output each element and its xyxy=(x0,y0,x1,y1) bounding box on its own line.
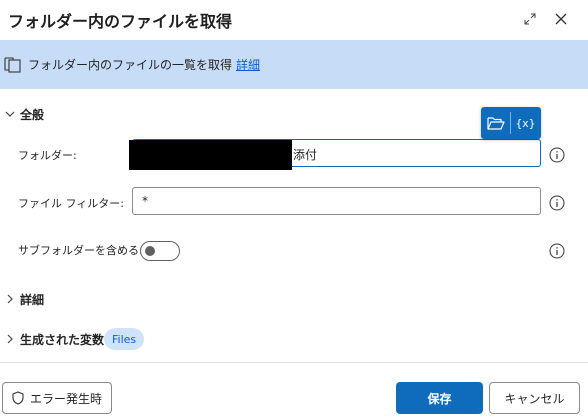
file-filter-input[interactable]: * xyxy=(132,187,541,215)
folder-files-icon xyxy=(4,57,21,73)
folder-open-icon xyxy=(486,117,505,130)
file-filter-value: * xyxy=(142,194,148,208)
footer-divider xyxy=(0,362,588,363)
redacted-area xyxy=(129,140,292,170)
on-error-button[interactable]: エラー発生時 xyxy=(2,382,112,414)
expand-button[interactable] xyxy=(517,6,543,32)
chevron-down-icon xyxy=(2,106,18,122)
section-variables-header[interactable]: 生成された変数 xyxy=(0,329,104,349)
cancel-button[interactable]: キャンセル xyxy=(489,382,580,414)
include-subfolders-toggle[interactable] xyxy=(140,241,180,261)
variable-icon: {x} xyxy=(515,116,536,130)
action-info-bar: フォルダー内のファイルの一覧を取得 詳細 xyxy=(0,40,588,89)
close-icon xyxy=(555,13,567,25)
folder-label: フォルダー: xyxy=(18,149,77,162)
browse-folder-button[interactable] xyxy=(481,107,510,139)
chevron-right-icon xyxy=(2,331,18,347)
include-subfolders-label: サブフォルダーを含める: xyxy=(18,244,143,257)
toggle-knob xyxy=(145,246,155,256)
folder-input[interactable]: 添付 xyxy=(129,139,541,170)
variable-badge-files[interactable]: Files xyxy=(104,328,145,350)
details-link[interactable]: 詳細 xyxy=(236,56,260,73)
section-general-label: 全般 xyxy=(20,107,45,122)
chevron-right-icon xyxy=(2,291,18,307)
section-general-header[interactable]: 全般 xyxy=(0,104,44,124)
info-icon[interactable] xyxy=(549,243,565,259)
section-details-label: 詳細 xyxy=(20,292,45,307)
insert-variable-button[interactable]: {x} xyxy=(511,107,540,139)
info-icon[interactable] xyxy=(549,147,565,163)
close-button[interactable] xyxy=(548,6,574,32)
section-variables-label: 生成された変数 xyxy=(20,332,105,347)
section-details-header[interactable]: 詳細 xyxy=(0,289,44,309)
dialog-title: フォルダー内のファイルを取得 xyxy=(8,12,233,31)
action-description: フォルダー内のファイルの一覧を取得 xyxy=(28,58,233,72)
info-icon[interactable] xyxy=(549,195,565,211)
dialog-titlebar: フォルダー内のファイルを取得 xyxy=(0,0,588,40)
expand-icon xyxy=(524,13,536,25)
folder-input-value: 添付 xyxy=(293,148,318,162)
on-error-label: エラー発生時 xyxy=(29,391,102,406)
folder-field-popup: {x} xyxy=(481,107,541,139)
shield-icon xyxy=(12,391,24,405)
file-filter-label: ファイル フィルター: xyxy=(18,197,124,210)
save-button[interactable]: 保存 xyxy=(396,382,483,414)
